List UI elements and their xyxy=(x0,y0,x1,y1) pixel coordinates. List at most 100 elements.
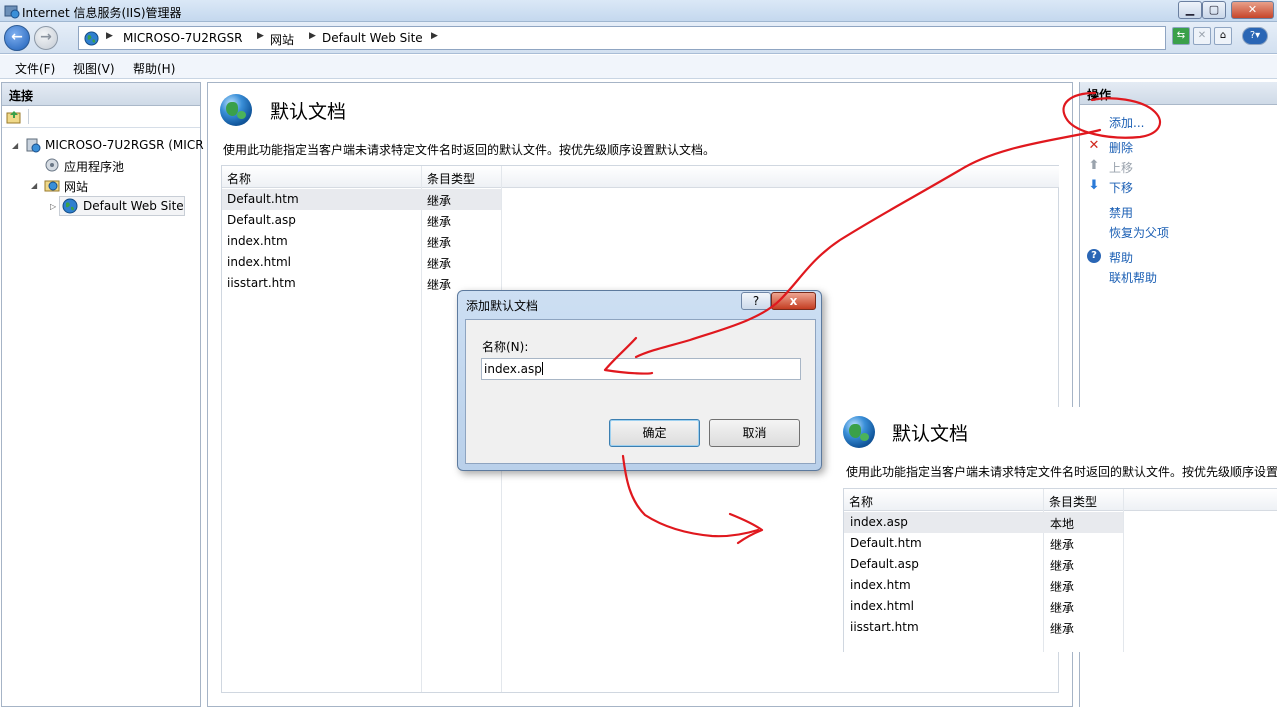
actions-header: 操作 xyxy=(1080,82,1277,105)
forward-button[interactable]: → xyxy=(34,26,58,50)
breadcrumb-site[interactable]: Default Web Site xyxy=(322,31,423,45)
tree-app-pools[interactable]: 应用程序池 xyxy=(64,158,124,175)
table-row[interactable]: Default.asp 继承 xyxy=(222,210,501,231)
action-online-help[interactable]: 联机帮助 xyxy=(1109,269,1157,286)
action-remove[interactable]: 删除 xyxy=(1109,139,1133,156)
row-type: 继承 xyxy=(427,215,452,229)
column-name[interactable]: 名称 xyxy=(222,166,421,188)
help-icon[interactable]: ?▾ xyxy=(1242,27,1268,45)
title-bar: Internet 信息服务(IIS)管理器 ▁ ▢ ✕ xyxy=(0,0,1277,22)
back-button[interactable]: ← xyxy=(4,25,30,51)
server-icon xyxy=(26,138,41,153)
table-row[interactable]: iisstart.htm 继承 xyxy=(844,617,1123,638)
dialog-help-button[interactable]: ? xyxy=(741,292,771,310)
menu-file[interactable]: 文件(F) xyxy=(15,60,55,77)
row-name: index.html xyxy=(227,255,291,269)
help-icon: ? xyxy=(1087,249,1101,263)
row-name: index.htm xyxy=(227,234,288,248)
connections-header: 连接 xyxy=(2,83,200,106)
table-row[interactable]: index.htm 继承 xyxy=(222,231,501,252)
result-description: 使用此功能指定当客户端未请求特定文件名时返回的默认文件。按优先级顺序设置 xyxy=(846,465,1277,479)
result-column-empty xyxy=(1124,489,1277,511)
address-bar[interactable]: ▶ MICROSO-7U2RGSR ▶ 网站 ▶ Default Web Sit… xyxy=(78,26,1166,50)
breadcrumb-sites[interactable]: 网站 xyxy=(270,31,294,48)
row-name: Default.asp xyxy=(850,557,919,571)
row-name: index.asp xyxy=(850,515,908,529)
app-pool-icon xyxy=(45,158,59,172)
tree-server[interactable]: MICROSO-7U2RGSR (MICR xyxy=(45,138,204,152)
forward-arrow-icon: → xyxy=(40,29,52,45)
site-globe-icon xyxy=(62,198,78,214)
expand-sites-icon[interactable]: ◢ xyxy=(31,181,37,190)
tree-default-web-site[interactable]: Default Web Site xyxy=(83,199,184,213)
action-move-down[interactable]: 下移 xyxy=(1109,179,1133,196)
action-add[interactable]: 添加... xyxy=(1109,114,1144,131)
table-row[interactable]: Default.htm 继承 xyxy=(222,189,501,210)
row-type: 继承 xyxy=(1050,580,1075,594)
column-empty xyxy=(502,166,1059,188)
move-up-icon: ⬆ xyxy=(1088,158,1100,173)
result-column-entry-type[interactable]: 条目类型 xyxy=(1044,489,1123,511)
row-type: 继承 xyxy=(1050,622,1075,636)
tree-sites[interactable]: 网站 xyxy=(64,178,88,195)
row-type: 继承 xyxy=(1050,559,1075,573)
row-type: 继承 xyxy=(427,236,452,250)
connections-pane: 连接 ◢ MICROSO-7U2RGSR (MICR 应用程序池 ◢ 网站 ▷ xyxy=(1,82,204,707)
globe-icon xyxy=(84,31,99,46)
action-revert-to-parent[interactable]: 恢复为父项 xyxy=(1109,224,1169,241)
close-window-button[interactable]: ✕ xyxy=(1231,1,1274,19)
delete-icon: ✕ xyxy=(1088,138,1100,153)
expand-site-icon[interactable]: ▷ xyxy=(50,202,56,211)
refresh-icon[interactable]: ⇆ xyxy=(1172,27,1190,45)
navigation-bar: ← → ▶ MICROSO-7U2RGSR ▶ 网站 ▶ Default Web… xyxy=(0,22,1277,54)
action-help[interactable]: 帮助 xyxy=(1109,249,1133,266)
stop-icon[interactable]: ✕ xyxy=(1193,27,1211,45)
ok-button[interactable]: 确定 xyxy=(609,419,700,447)
expand-server-icon[interactable]: ◢ xyxy=(12,141,18,150)
column-divider xyxy=(1123,489,1124,652)
result-column-name[interactable]: 名称 xyxy=(844,489,1043,511)
row-name: index.htm xyxy=(850,578,911,592)
menu-help[interactable]: 帮助(H) xyxy=(133,60,175,77)
table-row[interactable]: index.asp 本地 xyxy=(844,512,1123,533)
row-name: index.html xyxy=(850,599,914,613)
table-row[interactable]: Default.asp 继承 xyxy=(844,554,1123,575)
back-arrow-icon: ← xyxy=(11,29,23,45)
name-input[interactable]: index.asp xyxy=(481,358,801,380)
table-row[interactable]: index.html 继承 xyxy=(844,596,1123,617)
row-name: Default.asp xyxy=(227,213,296,227)
home-icon[interactable]: ⌂ xyxy=(1214,27,1232,45)
breadcrumb-server[interactable]: MICROSO-7U2RGSR xyxy=(123,31,242,45)
cancel-button[interactable]: 取消 xyxy=(709,419,800,447)
action-move-up[interactable]: 上移 xyxy=(1109,159,1133,176)
row-name: Default.htm xyxy=(850,536,922,550)
feature-globe-icon xyxy=(220,94,252,126)
window-title: Internet 信息服务(IIS)管理器 xyxy=(22,6,182,20)
dialog-close-button[interactable]: x xyxy=(771,292,816,310)
action-disable[interactable]: 禁用 xyxy=(1109,204,1133,221)
iis-app-icon xyxy=(4,5,20,19)
table-row[interactable]: index.htm 继承 xyxy=(844,575,1123,596)
row-name: iisstart.htm xyxy=(227,276,296,290)
move-down-icon: ⬇ xyxy=(1088,178,1100,193)
connections-toolbar xyxy=(2,106,200,128)
row-type: 本地 xyxy=(1050,517,1075,531)
row-type: 继承 xyxy=(427,257,452,271)
maximize-button[interactable]: ▢ xyxy=(1202,1,1226,19)
row-type: 继承 xyxy=(1050,601,1075,615)
sites-folder-icon xyxy=(44,180,60,192)
add-default-document-dialog: 添加默认文档 ? x 名称(N): index.asp 确定 取消 xyxy=(457,290,822,471)
text-caret xyxy=(541,362,543,375)
table-row[interactable]: Default.htm 继承 xyxy=(844,533,1123,554)
name-input-value: index.asp xyxy=(484,362,542,376)
feature-description: 使用此功能指定当客户端未请求特定文件名时返回的默认文件。按优先级顺序设置默认文档… xyxy=(223,143,716,157)
row-name: iisstart.htm xyxy=(850,620,919,634)
table-row[interactable]: index.html 继承 xyxy=(222,252,501,273)
menu-view[interactable]: 视图(V) xyxy=(73,60,115,77)
breadcrumb-separator-icon: ▶ xyxy=(257,31,264,41)
minimize-button[interactable]: ▁ xyxy=(1178,1,1202,19)
dialog-title: 添加默认文档 xyxy=(466,299,539,313)
add-connection-icon[interactable] xyxy=(6,109,22,125)
row-type: 继承 xyxy=(427,194,452,208)
column-entry-type[interactable]: 条目类型 xyxy=(422,166,501,188)
